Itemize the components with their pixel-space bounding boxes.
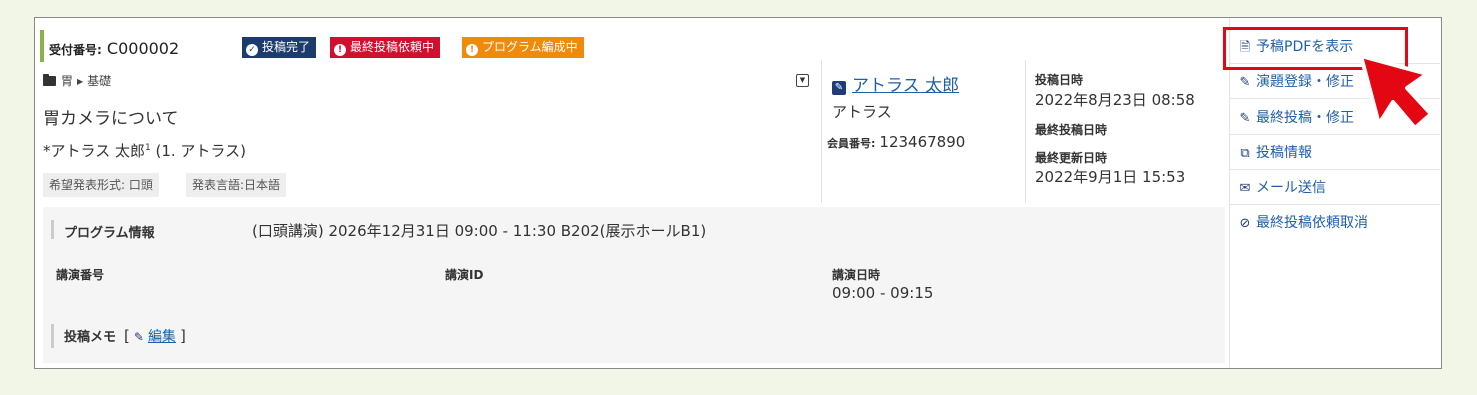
member-label: 会員番号:	[827, 137, 876, 150]
alert-circle-icon: !	[334, 44, 346, 56]
breadcrumb-item: 基礎	[87, 74, 112, 88]
edit-square-icon: ✎	[832, 81, 846, 95]
status-badge-posted: ✓ 投稿完了	[242, 37, 317, 58]
menu-label: 投稿情報	[1256, 145, 1312, 161]
collapse-toggle-icon[interactable]: ▼	[796, 74, 809, 87]
reception-number: 受付番号: C000002	[49, 39, 179, 58]
member-number: 会員番号: 123467890	[827, 133, 966, 151]
program-info-panel: プログラム情報 (口頭講演) 2026年12月31日 09:00 - 11:30…	[43, 207, 1225, 363]
lecture-id-header: 講演ID	[445, 268, 484, 282]
program-info-value: (口頭講演) 2026年12月31日 09:00 - 11:30 B202(展示…	[252, 222, 707, 240]
divider	[1025, 60, 1026, 203]
author-name: アトラス 太郎	[852, 76, 960, 96]
presentation-format-tag: 希望発表形式: 口頭	[43, 173, 159, 197]
badge-label: 最終投稿依頼中	[350, 40, 435, 54]
post-info-link[interactable]: ⧉ 投稿情報	[1230, 136, 1440, 170]
ban-icon: ⊘	[1239, 216, 1251, 231]
section-marker	[51, 220, 54, 239]
final-posted-date-label: 最終投稿日時	[1035, 123, 1108, 137]
badge-label: プログラム編成中	[482, 40, 578, 54]
pencil-icon: ✎	[1239, 111, 1251, 126]
breadcrumb-item: 胃	[61, 74, 74, 88]
status-accent-bar	[40, 30, 44, 62]
program-info-label: プログラム情報	[64, 226, 155, 241]
reception-label: 受付番号:	[49, 43, 102, 57]
menu-label: 最終投稿依頼取消	[1256, 215, 1368, 231]
badge-label: 投稿完了	[262, 40, 311, 54]
menu-label: メール送信	[1256, 180, 1326, 196]
updated-date-value: 2022年9月1日 15:53	[1035, 168, 1186, 186]
lecture-number-header: 講演番号	[56, 268, 105, 282]
author-name-link[interactable]: ✎ アトラス 太郎	[832, 71, 959, 96]
status-badge-final-request: ! 最終投稿依頼中	[330, 37, 441, 58]
menu-label: 演題登録・修正	[1256, 74, 1354, 90]
author-list: *アトラス 太郎1 (1. アトラス)	[43, 142, 246, 160]
cancel-final-request-link[interactable]: ⊘ 最終投稿依頼取消	[1230, 206, 1440, 240]
language-tag: 発表言語:日本語	[186, 173, 287, 197]
memo-edit-link[interactable]: 編集	[148, 329, 176, 345]
pointer-cursor-icon	[1359, 54, 1433, 130]
alert-circle-icon: !	[466, 44, 478, 56]
posted-date-label: 投稿日時	[1035, 73, 1084, 87]
post-memo: 投稿メモ [✎ 編集]	[64, 326, 186, 346]
caret-right-icon: ▶	[77, 77, 84, 86]
posted-date-value: 2022年8月23日 08:58	[1035, 91, 1195, 109]
section-marker	[51, 324, 54, 348]
folder-icon	[43, 74, 56, 86]
submission-title: 胃カメラについて	[43, 109, 179, 129]
pencil-icon: ✎	[1239, 75, 1251, 90]
memo-bracket-open: [	[124, 327, 130, 345]
pencil-icon: ✎	[133, 330, 144, 344]
lecture-datetime-header: 講演日時	[832, 268, 881, 282]
menu-label: 最終投稿・修正	[1256, 110, 1354, 126]
send-email-link[interactable]: ✉ メール送信	[1230, 171, 1440, 205]
divider	[821, 60, 822, 203]
copy-icon: ⧉	[1240, 146, 1250, 161]
status-badge-programming: ! プログラム編成中	[462, 37, 584, 58]
memo-label: 投稿メモ	[64, 330, 117, 345]
submission-main: 受付番号: C000002 ✓ 投稿完了 ! 最終投稿依頼中 ! プログラム編成中 胃…	[35, 18, 1229, 368]
category-breadcrumb: 胃 ▶ 基礎	[43, 72, 111, 89]
updated-date-label: 最終更新日時	[1035, 151, 1108, 165]
reception-value: C000002	[106, 39, 180, 58]
lecture-datetime-value: 09:00 - 09:15	[832, 284, 934, 302]
envelope-icon: ✉	[1239, 181, 1251, 196]
author-affiliation: アトラス	[832, 103, 892, 121]
check-circle-icon: ✓	[246, 44, 258, 56]
memo-bracket-close: ]	[179, 327, 186, 345]
